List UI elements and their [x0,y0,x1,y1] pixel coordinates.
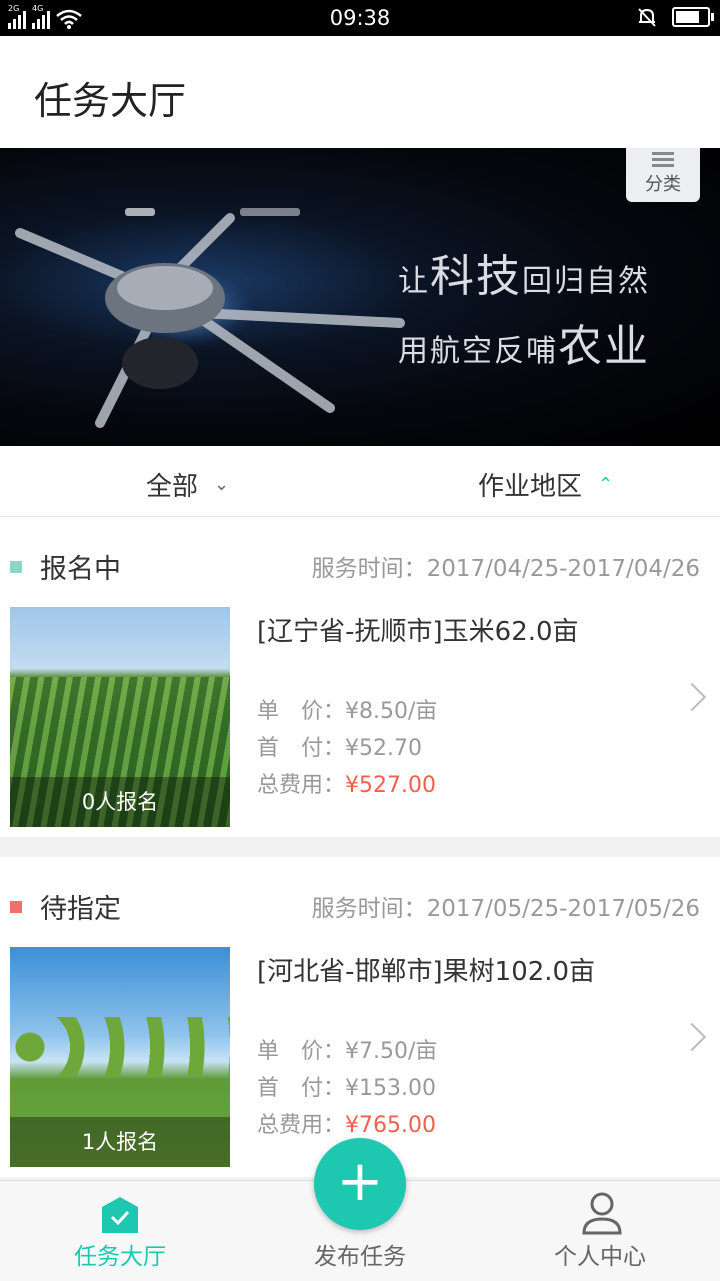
banner-slogan-2: 用航空反哺农业 [398,321,650,372]
down-payment: 首 付：¥153.00 [257,1076,436,1101]
unit-price: 单 价：¥7.50/亩 [257,1039,438,1064]
filter-region-label: 作业地区 [478,472,583,502]
banner[interactable]: 让科技回归自然 用航空反哺农业 分类 [0,148,720,446]
task-title: [辽宁省-抚顺市]玉米62.0亩 [257,617,579,647]
category-label: 分类 [645,174,681,195]
clock: 09:38 [329,6,391,30]
tab-label: 个人中心 [554,1244,646,1270]
status-dot [10,560,22,573]
filter-bar: 全部 ⌄ 作业地区 ⌃ [0,446,720,517]
task-status: 待指定 [10,887,121,926]
filter-all-label: 全部 [146,472,199,502]
chevron-right-icon[interactable] [677,682,707,712]
chevron-up-icon: ⌃ [598,474,614,495]
status-label: 报名中 [40,554,121,585]
page-title: 任务大厅 [34,79,187,123]
filter-region[interactable]: 作业地区 ⌃ [478,466,613,503]
category-button[interactable]: 分类 [626,148,700,202]
task-status: 报名中 [10,547,121,586]
status-label: 待指定 [40,894,121,925]
task-thumbnail: 1人报名 [10,947,230,1167]
app-header: 任务大厅 [0,36,720,148]
banner-slogan-1: 让科技回归自然 [398,251,650,302]
task-thumbnail: 0人报名 [10,607,230,827]
status-bar: 2G 4G 09:38 [0,0,720,36]
tab-task-hall[interactable]: 任务大厅 [0,1181,240,1281]
total-fee: 总费用：¥527.00 [257,773,436,798]
menu-icon [652,152,674,167]
signup-count: 1人报名 [10,1117,230,1167]
battery-icon [672,7,714,27]
total-fee: 总费用：¥765.00 [257,1113,436,1138]
home-check-icon [102,1197,138,1233]
chevron-down-icon: ⌄ [214,474,230,495]
signup-count: 0人报名 [10,777,230,827]
task-card[interactable]: 报名中 服务时间：2017/04/25-2017/04/26 0人报名 [辽宁省… [0,517,720,837]
tab-label: 任务大厅 [74,1244,166,1270]
task-title: [河北省-邯郸市]果树102.0亩 [257,957,596,987]
down-payment: 首 付：¥52.70 [257,736,422,761]
filter-all[interactable]: 全部 ⌄ [146,466,229,503]
task-card[interactable]: 待指定 服务时间：2017/05/25-2017/05/26 1人报名 [河北省… [0,857,720,1177]
status-dot [10,900,22,913]
chevron-right-icon[interactable] [677,1022,707,1052]
user-icon [582,1192,622,1235]
service-time: 服务时间：2017/04/25-2017/04/26 [311,556,700,582]
publish-task-fab[interactable]: + [314,1138,406,1230]
drone-illustration [15,208,405,428]
unit-price: 单 价：¥8.50/亩 [257,699,438,724]
tab-label: 发布任务 [314,1244,406,1270]
service-time: 服务时间：2017/05/25-2017/05/26 [311,896,700,922]
bell-muted-icon [638,8,656,27]
